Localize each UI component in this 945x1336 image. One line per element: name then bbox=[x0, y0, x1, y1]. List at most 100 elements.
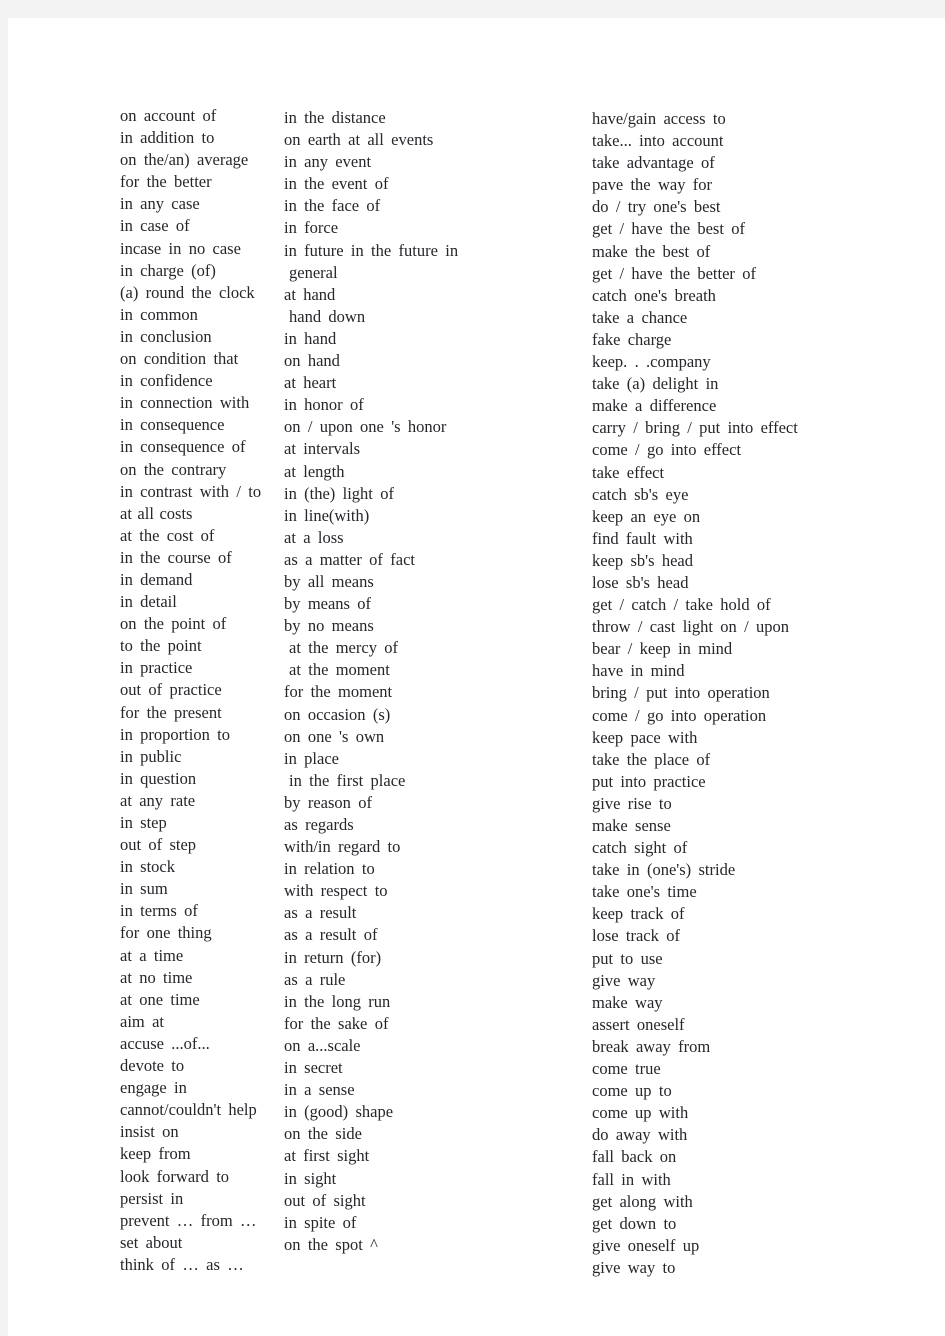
phrase-line: give way bbox=[592, 970, 656, 990]
phrase-line: in (the) light of bbox=[284, 483, 394, 503]
phrase-line: for one thing bbox=[120, 923, 212, 943]
phrase-line: in consequence of bbox=[120, 437, 246, 457]
phrase-line: keep track of bbox=[592, 904, 685, 924]
phrase-line: aim at bbox=[120, 1011, 164, 1031]
phrase-line: at length bbox=[284, 461, 345, 481]
phrase-line: look forward to bbox=[120, 1166, 230, 1186]
phrase-line: take... into account bbox=[592, 131, 724, 151]
phrase-line: make sense bbox=[592, 816, 671, 835]
phrase-line: get along with bbox=[592, 1191, 693, 1211]
phrase-line: incase in no case bbox=[120, 238, 241, 258]
phrase-line: at the cost of bbox=[120, 525, 215, 545]
phrase-line: on condition that bbox=[120, 349, 239, 369]
phrase-line: in the long run bbox=[284, 991, 391, 1011]
phrase-line: catch one's breath bbox=[592, 285, 716, 305]
phrase-line: as a rule bbox=[284, 969, 346, 989]
phrase-line: in the face of bbox=[284, 196, 381, 216]
phrase-line: on the contrary bbox=[120, 459, 227, 479]
phrase-line: keep from bbox=[120, 1144, 191, 1164]
phrase-line: keep sb's head bbox=[592, 550, 694, 570]
phrase-line: in step bbox=[120, 813, 167, 832]
phrase-line: in secret bbox=[284, 1058, 343, 1078]
phrase-line: give oneself up bbox=[592, 1235, 700, 1255]
phrase-line: at first sight bbox=[284, 1146, 370, 1166]
phrase-line: put into practice bbox=[592, 771, 706, 791]
phrase-line: hand down bbox=[289, 306, 366, 326]
phrase-line: on earth at all events bbox=[284, 130, 434, 150]
phrase-line: in place bbox=[284, 748, 339, 768]
phrase-line: have/gain access to bbox=[592, 109, 726, 128]
phrase-line: out of sight bbox=[284, 1190, 366, 1210]
phrase-line: assert oneself bbox=[592, 1014, 685, 1034]
phrase-line: at hand bbox=[284, 284, 336, 304]
phrase-line: to the point bbox=[120, 636, 202, 656]
phrase-line: make the best of bbox=[592, 241, 711, 261]
phrase-line: in common bbox=[120, 304, 198, 324]
phrase-line: accuse ...of... bbox=[120, 1033, 210, 1053]
phrase-line: put to use bbox=[592, 948, 663, 968]
phrase-line: keep an eye on bbox=[592, 506, 701, 526]
phrase-line: prevent … from … bbox=[120, 1210, 257, 1230]
phrase-line: get / have the best of bbox=[592, 219, 745, 239]
phrase-line: at no time bbox=[120, 967, 193, 987]
phrase-line: in honor of bbox=[284, 395, 364, 415]
phrase-line: at any rate bbox=[120, 790, 196, 810]
phrase-line: take advantage of bbox=[592, 153, 715, 173]
phrase-line: out of practice bbox=[120, 680, 222, 700]
phrase-line: for the present bbox=[120, 702, 222, 722]
phrase-line: on the point of bbox=[120, 614, 227, 634]
phrase-line: come / go into operation bbox=[592, 705, 767, 725]
phrase-line: in proportion to bbox=[120, 724, 230, 744]
phrase-line: as a matter of fact bbox=[284, 549, 415, 569]
phrase-line: cannot/couldn't help bbox=[120, 1100, 257, 1120]
phrase-line: bear / keep in mind bbox=[592, 639, 733, 659]
phrase-line: come up to bbox=[592, 1081, 672, 1101]
phrase-line: devote to bbox=[120, 1056, 185, 1076]
phrase-line: catch sb's eye bbox=[592, 484, 689, 504]
phrase-line: lose track of bbox=[592, 926, 680, 946]
phrase-line: in hand bbox=[284, 328, 337, 348]
phrase-line: make way bbox=[592, 992, 663, 1012]
phrase-line: get down to bbox=[592, 1213, 677, 1233]
phrase-line: at a loss bbox=[284, 527, 344, 547]
phrase-line: engage in bbox=[120, 1078, 187, 1098]
phrase-line: in charge (of) bbox=[120, 260, 216, 280]
phrase-line: in stock bbox=[120, 857, 175, 877]
phrase-line: in return (for) bbox=[284, 947, 382, 967]
phrase-line: do away with bbox=[592, 1125, 688, 1145]
phrase-line: in the course of bbox=[120, 547, 232, 567]
phrase-line: find fault with bbox=[592, 528, 693, 548]
phrase-line: take effect bbox=[592, 462, 665, 482]
phrase-column-container: on account of in addition to on the/an) av… bbox=[8, 18, 945, 1336]
phrase-line: throw / cast light on / upon bbox=[592, 617, 790, 637]
phrase-line: with respect to bbox=[284, 881, 388, 901]
phrase-line: take a chance bbox=[592, 307, 688, 327]
phrase-line: get / have the better of bbox=[592, 263, 756, 283]
phrase-line: give rise to bbox=[592, 793, 672, 813]
phrase-line: take one's time bbox=[592, 882, 697, 902]
phrase-line: out of step bbox=[120, 835, 197, 855]
phrase-line: insist on bbox=[120, 1122, 179, 1142]
phrase-line: in case of bbox=[120, 216, 190, 236]
phrase-line: on occasion (s) bbox=[284, 704, 391, 724]
phrase-line: for the moment bbox=[284, 682, 393, 702]
phrase-line: at intervals bbox=[284, 439, 361, 459]
phrase-line: in the event of bbox=[284, 174, 389, 194]
phrase-line: in contrast with / to bbox=[120, 481, 262, 501]
phrase-line: catch sight of bbox=[592, 838, 688, 858]
phrase-line: do / try one's best bbox=[592, 197, 721, 217]
phrase-line: give way to bbox=[592, 1257, 676, 1277]
phrase-line: in connection with bbox=[120, 393, 250, 413]
phrase-line: get / catch / take hold of bbox=[592, 595, 771, 615]
phrase-line: by means of bbox=[284, 594, 372, 614]
phrase-line: fall in with bbox=[592, 1169, 671, 1189]
phrase-line: in addition to bbox=[120, 128, 215, 148]
phrase-line: in any case bbox=[120, 194, 200, 214]
phrase-line: at the mercy of bbox=[289, 638, 399, 658]
phrase-line: in confidence bbox=[120, 371, 213, 391]
phrase-line: keep pace with bbox=[592, 727, 698, 747]
phrase-line: general bbox=[289, 262, 338, 282]
phrase-line: in sum bbox=[120, 879, 168, 899]
phrase-line: in the distance bbox=[284, 108, 386, 127]
phrase-line: in spite of bbox=[284, 1212, 357, 1232]
